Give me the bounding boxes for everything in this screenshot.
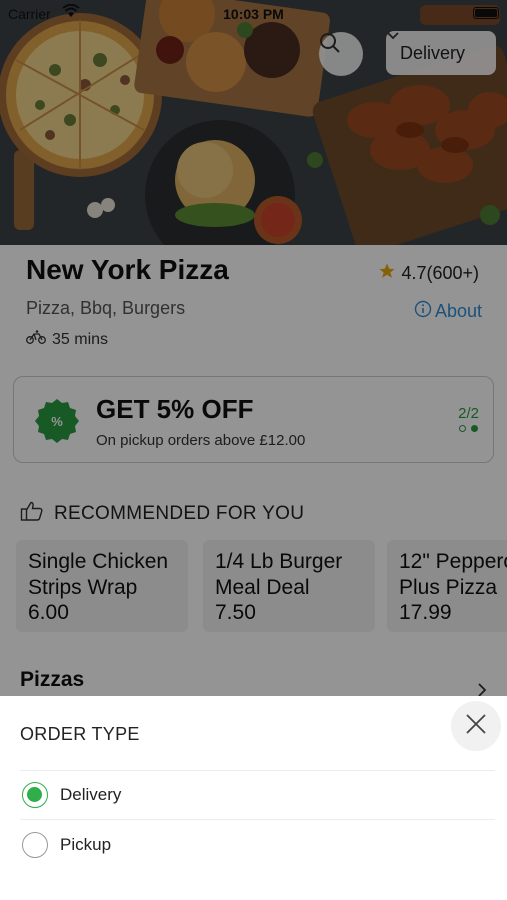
sheet-title: ORDER TYPE [20,724,140,744]
close-button[interactable] [451,701,501,751]
option-label: Pickup [60,835,112,854]
divider [20,819,495,820]
radio-pickup[interactable] [22,832,48,858]
close-icon [465,713,487,740]
order-option-pickup[interactable]: Pickup [20,821,495,869]
radio-delivery[interactable] [22,782,48,808]
order-type-sheet: ORDER TYPE Delivery Pickup [0,696,507,900]
order-option-delivery[interactable]: Delivery [20,771,495,819]
option-label: Delivery [60,785,122,804]
